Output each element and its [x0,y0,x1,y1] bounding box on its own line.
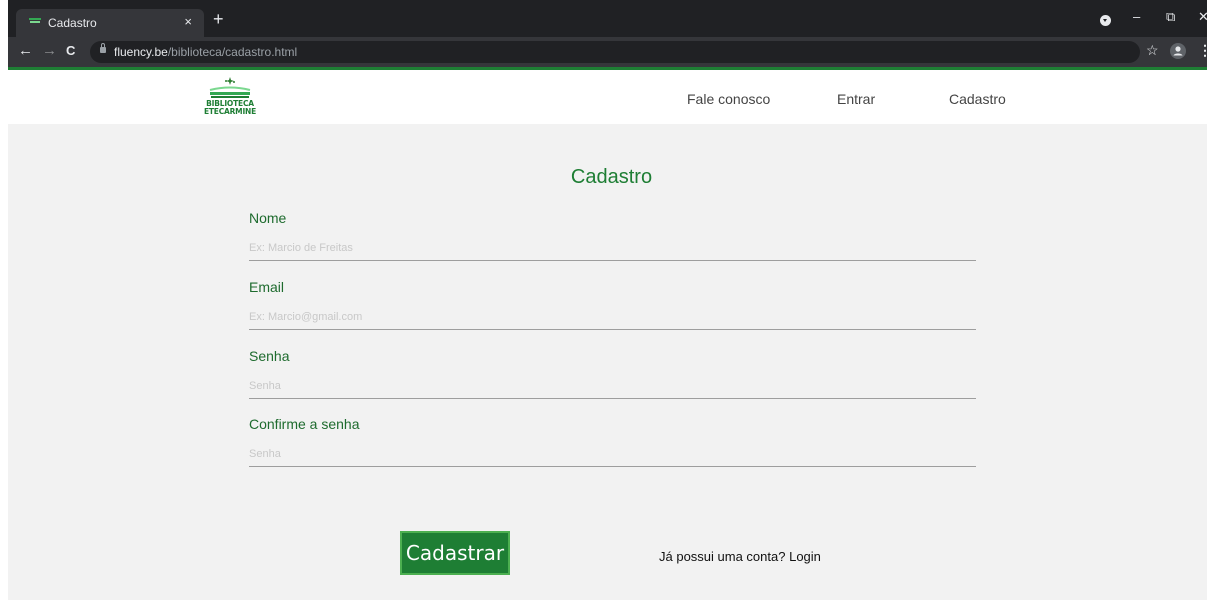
name-label: Nome [249,210,287,226]
browser-tab[interactable]: Cadastro × [16,9,204,37]
register-button[interactable]: Cadastrar [400,531,510,575]
logo-line-2: ETECARMINE [203,107,257,116]
page-viewport: BIBLIOTECA ETECARMINE Fale conosco Entra… [8,70,1207,600]
email-input[interactable] [249,305,976,330]
tab-close-icon[interactable]: × [184,14,192,29]
nav-link-register[interactable]: Cadastro [949,91,1006,107]
book-favicon-icon [29,18,41,23]
confirm-password-input[interactable] [249,442,976,467]
browser-menu-icon[interactable]: ⋮ [1198,42,1207,59]
forward-icon[interactable]: → [42,42,57,60]
bookmark-star-icon[interactable]: ☆ [1146,42,1159,59]
url-host: fluency.be [114,45,168,59]
tab-search-icon[interactable] [1100,15,1111,26]
confirm-password-label: Confirme a senha [249,416,360,432]
nav-link-login[interactable]: Entrar [837,91,875,107]
form-title: Cadastro [570,166,653,188]
url-field[interactable]: fluency.be/biblioteca/cadastro.html [90,41,1140,63]
address-bar: ← → C fluency.be/biblioteca/cadastro.htm… [0,37,1207,67]
nav-link-contact[interactable]: Fale conosco [687,91,770,107]
minimize-button[interactable]: – [1133,9,1140,24]
login-prompt: Já possui uma conta? Login [659,549,821,564]
logo-text: BIBLIOTECA ETECARMINE [196,100,264,116]
registration-section: Cadastro Nome Email Senha Confirme a sen… [8,124,1207,600]
lock-icon [100,43,106,53]
url-path: /biblioteca/cadastro.html [167,45,298,59]
restore-button[interactable]: ⧉ [1166,9,1175,25]
back-icon[interactable]: ← [18,42,33,60]
profile-icon[interactable] [1170,43,1186,59]
url-text: fluency.be/biblioteca/cadastro.html [114,45,297,59]
new-tab-button[interactable]: + [213,10,224,28]
name-input[interactable] [249,236,976,261]
password-input[interactable] [249,374,976,399]
site-header: BIBLIOTECA ETECARMINE Fale conosco Entra… [8,70,1207,124]
login-link[interactable]: Login [789,549,821,564]
close-window-button[interactable]: ✕ [1198,9,1207,25]
tab-title: Cadastro [48,16,97,30]
site-logo[interactable]: BIBLIOTECA ETECARMINE [196,74,264,122]
email-label: Email [249,279,285,295]
password-label: Senha [249,348,290,364]
login-prompt-text: Já possui uma conta? [659,549,786,564]
reload-icon[interactable]: C [66,42,75,60]
browser-tab-strip: Cadastro × + – ⧉ ✕ [0,0,1207,37]
logo-emblem-icon [209,77,251,98]
